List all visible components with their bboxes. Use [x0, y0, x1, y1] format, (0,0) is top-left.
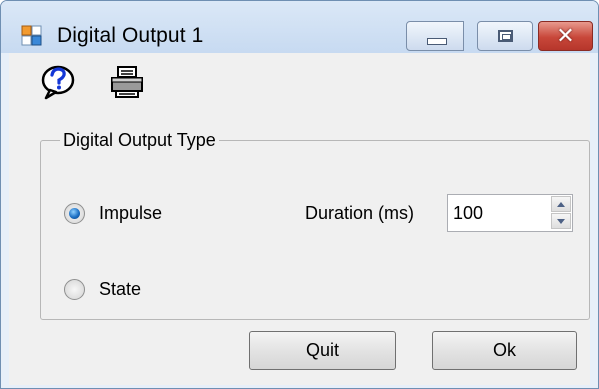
- maximize-icon: [498, 30, 513, 42]
- stepper-buttons: [551, 196, 571, 230]
- client-area: Digital Output Type Impulse State Durati…: [9, 53, 590, 385]
- stepper-down-button[interactable]: [551, 213, 571, 229]
- close-icon: ✕: [556, 23, 575, 48]
- state-label[interactable]: State: [99, 279, 141, 300]
- minimize-icon: [427, 38, 447, 45]
- maximize-button[interactable]: [477, 21, 533, 51]
- state-radio[interactable]: [64, 279, 85, 300]
- radio-selected-dot: [69, 208, 80, 219]
- duration-input[interactable]: 100: [453, 203, 483, 224]
- title-bar[interactable]: Digital Output 1 ✕: [1, 1, 598, 53]
- stepper-up-button[interactable]: [551, 196, 571, 212]
- help-icon[interactable]: [40, 64, 76, 100]
- app-window-icon: [21, 25, 42, 46]
- minimize-button[interactable]: [406, 21, 464, 51]
- quit-button[interactable]: Quit: [249, 331, 396, 370]
- close-button[interactable]: ✕: [538, 21, 593, 51]
- window-title: Digital Output 1: [57, 24, 204, 47]
- duration-label: Duration (ms): [305, 203, 415, 223]
- printer-icon[interactable]: [109, 64, 145, 100]
- dialog-window: Digital Output 1 ✕ Digital Output Type I…: [0, 0, 599, 389]
- ok-button[interactable]: Ok: [432, 331, 577, 370]
- impulse-radio[interactable]: [64, 203, 85, 224]
- duration-stepper[interactable]: 100: [447, 194, 573, 232]
- group-title: Digital Output Type: [60, 130, 219, 151]
- impulse-label[interactable]: Impulse: [99, 203, 162, 224]
